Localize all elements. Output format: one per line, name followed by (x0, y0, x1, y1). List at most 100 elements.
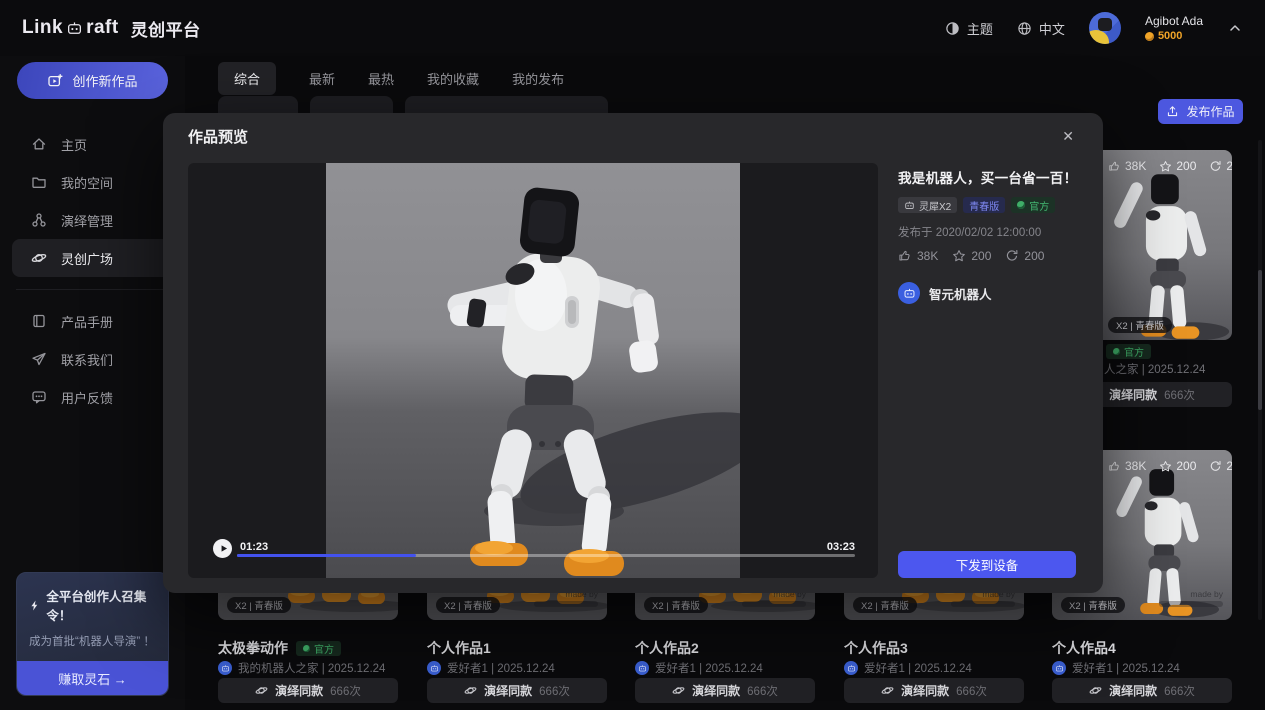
logo-text-post: raft (86, 17, 119, 39)
card-title: 个人作品2 (635, 638, 699, 658)
promo-title: 全平台创作人召集令！ (29, 586, 156, 624)
theme-label: 主题 (967, 19, 993, 38)
language-switcher[interactable]: 中文 (1017, 19, 1065, 38)
close-icon[interactable]: ✕ (1058, 126, 1078, 147)
logo-text-pre: Link (22, 17, 63, 39)
logo-robot-icon (66, 20, 83, 37)
user-avatar[interactable] (1089, 12, 1121, 44)
official-dot-icon (1113, 348, 1120, 355)
user-name: Agibot Ada (1145, 14, 1203, 28)
planet-icon (31, 250, 47, 266)
card-image-badge: X2 | 青春版 (853, 597, 917, 613)
edition-badge: 青春版 (963, 197, 1005, 213)
thumbs-up-icon (898, 249, 912, 263)
card-author: 我的机器人之家 | 2025.12.24 (218, 660, 385, 676)
earn-gems-button[interactable]: 赚取灵石 → (17, 661, 168, 695)
planet-icon (881, 684, 894, 697)
tab-comprehensive[interactable]: 综合 (218, 62, 276, 95)
creator-name: 智元机器人 (929, 284, 992, 303)
send-to-device-button[interactable]: 下发到设备 (898, 551, 1076, 578)
video-progress-fill (237, 554, 416, 557)
sidebar-divider (16, 289, 169, 290)
thumbs-up-icon (1108, 460, 1121, 473)
sidebar-item-creation-plaza[interactable]: 灵创广场 (12, 239, 173, 277)
user-info: Agibot Ada 5000 (1145, 14, 1203, 42)
star-icon (1159, 160, 1172, 173)
publish-work-button[interactable]: 发布作品 (1158, 99, 1243, 124)
card-author: 爱好者1 | 2025.12.24 (427, 660, 555, 676)
card-image-stats: 38K 200 200 (1108, 459, 1232, 473)
official-badge: 官方 (1011, 197, 1055, 213)
platform-name: 灵创平台 (131, 16, 201, 41)
bolt-icon (29, 599, 40, 612)
card-title: 个人作品4 (1052, 638, 1116, 658)
perform-same-button[interactable]: 演绎同款666次 (635, 678, 815, 703)
globe-icon (1017, 21, 1032, 36)
author-avatar (1052, 661, 1066, 675)
perform-same-button[interactable]: 演绎同款666次 (1052, 678, 1232, 703)
star-icon (1159, 460, 1172, 473)
thumbs-up-icon (1108, 160, 1121, 173)
card-author: 人之家 | 2025.12.24 (1104, 361, 1205, 377)
graph-icon (31, 212, 47, 228)
perform-same-button[interactable]: 演绎同款666次 (844, 678, 1024, 703)
robot-video-still (326, 163, 740, 578)
model-badge: 灵犀X2 (898, 197, 957, 213)
tab-newest[interactable]: 最新 (309, 69, 335, 88)
official-badge: 官方 (296, 641, 341, 656)
app-window: Link raft 灵创平台 主题 中文 Agibot Ada 5000 (0, 0, 1265, 710)
creator-row[interactable]: 智元机器人 (898, 282, 1076, 304)
book-icon (31, 313, 47, 329)
made-by-watermark: made by (1159, 589, 1223, 607)
share-icon (1209, 160, 1222, 173)
language-label: 中文 (1039, 19, 1065, 38)
home-icon (31, 136, 47, 152)
scrollbar-track (1258, 140, 1262, 620)
brand-logo[interactable]: Link raft 灵创平台 (22, 16, 201, 41)
video-player[interactable]: 01:23 03:23 (188, 163, 878, 578)
tab-my-publications[interactable]: 我的发布 (512, 69, 564, 88)
card-image-badge: X2 | 青春版 (1061, 597, 1125, 613)
scrollbar-thumb[interactable] (1258, 270, 1262, 410)
author-avatar (427, 661, 441, 675)
sidebar-item-my-space[interactable]: 我的空间 (12, 163, 173, 201)
current-time: 01:23 (240, 541, 268, 553)
play-button[interactable] (213, 539, 232, 558)
video-progress-bar[interactable] (237, 554, 855, 557)
work-stats: 38K 200 200 (898, 249, 1076, 263)
play-icon (218, 543, 229, 554)
sidebar-menu: 主页 我的空间 演绎管理 灵创广场 产品手册 联系我们 (0, 125, 185, 416)
top-navbar: Link raft 灵创平台 主题 中文 Agibot Ada 5000 (0, 0, 1265, 56)
author-avatar (218, 661, 232, 675)
chevron-up-icon[interactable] (1227, 20, 1243, 36)
create-work-button[interactable]: 创作新作品 (17, 62, 168, 99)
work-badges: 灵犀X2 青春版 官方 (898, 197, 1076, 213)
video-frame (326, 163, 740, 578)
feedback-icon (31, 389, 47, 405)
publish-date: 发布于 2020/02/02 12:00:00 (898, 224, 1076, 240)
card-image-stats: 38K 200 200 (1108, 159, 1232, 173)
share-icon (1209, 460, 1222, 473)
card-author: 爱好者1 | 2025.12.24 (1052, 660, 1180, 676)
author-avatar (844, 661, 858, 675)
sidebar-item-home[interactable]: 主页 (12, 125, 173, 163)
card-image-badge: X2 | 青春版 (1108, 317, 1172, 333)
tab-hottest[interactable]: 最热 (368, 69, 394, 88)
sidebar-item-performance-management[interactable]: 演绎管理 (12, 201, 173, 239)
tab-my-favorites[interactable]: 我的收藏 (427, 69, 479, 88)
sidebar-item-product-manual[interactable]: 产品手册 (12, 302, 173, 340)
theme-toggle[interactable]: 主题 (945, 19, 993, 38)
card-title: 个人作品3 (844, 638, 908, 658)
official-badge: 官方 (1106, 344, 1151, 359)
perform-same-button[interactable]: 演绎同款666次 (218, 678, 398, 703)
perform-same-button[interactable]: 演绎同款666次 (427, 678, 607, 703)
modal-title: 作品预览 (188, 126, 248, 147)
robot-face-icon (903, 287, 916, 300)
star-icon (952, 249, 966, 263)
official-dot-icon (1017, 201, 1025, 209)
sidebar-item-contact-us[interactable]: 联系我们 (12, 340, 173, 378)
robot-face-icon (904, 200, 915, 211)
card-title: 个人作品1 (427, 638, 491, 658)
planet-icon (1089, 684, 1102, 697)
sidebar-item-user-feedback[interactable]: 用户反馈 (12, 378, 173, 416)
